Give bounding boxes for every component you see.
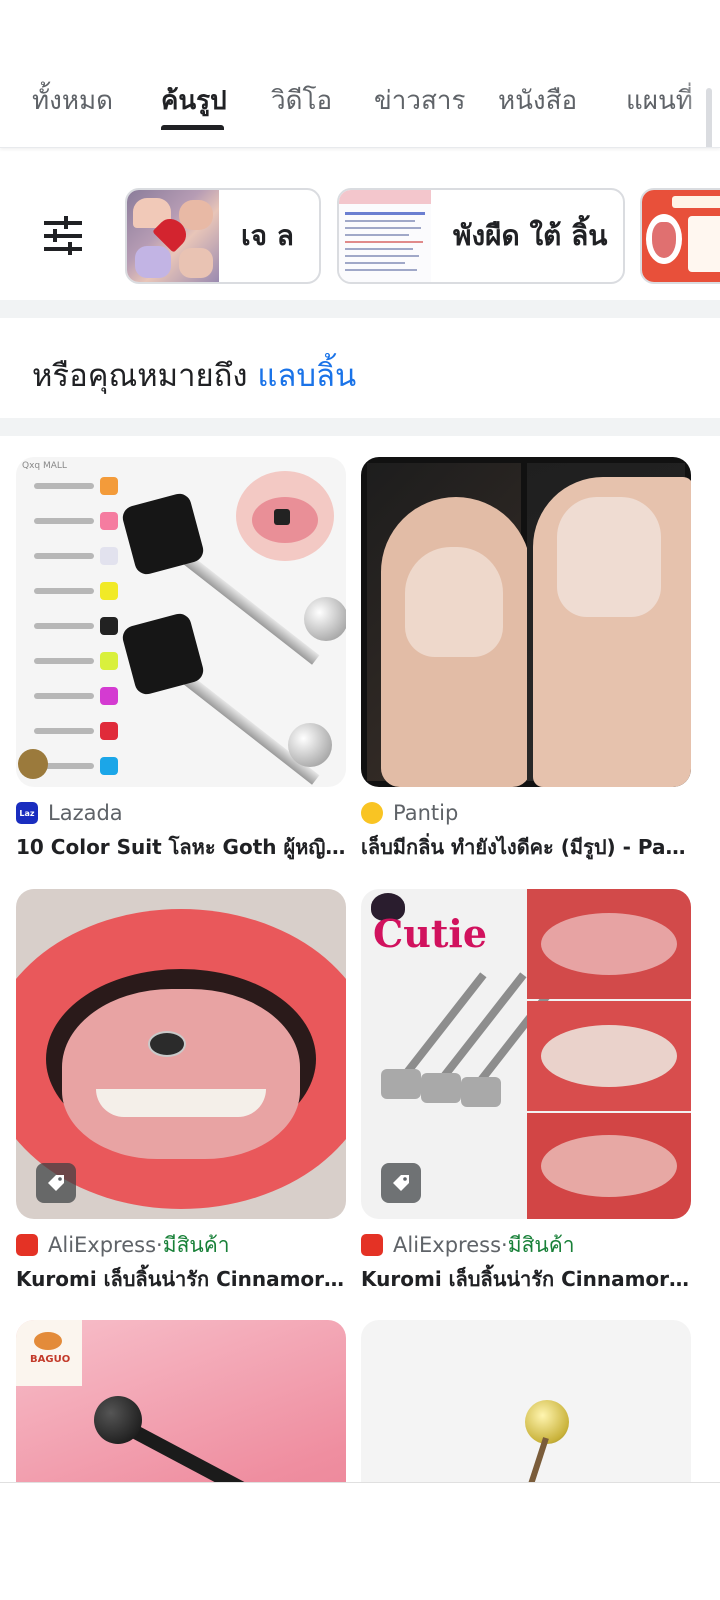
baguo-logo-text: BAGUO	[30, 1354, 71, 1365]
result-title[interactable]: เล็บมีกลิ่น ทำยังไงดีคะ (มีรูป) - Pantip	[361, 831, 691, 863]
chip-tongue-health[interactable]	[640, 188, 720, 284]
tab-images[interactable]: ค้นรูป	[161, 80, 227, 121]
in-stock-label: มีสินค้า	[507, 1232, 575, 1257]
result-source[interactable]: AliExpress · มีสินค้า	[16, 1230, 230, 1260]
result-source[interactable]: Pantip	[361, 798, 458, 828]
tabs-fade	[680, 60, 720, 147]
watermark-text: Qxq MALL	[22, 461, 67, 471]
did-you-mean-prefix: หรือคุณหมายถึง	[32, 358, 248, 394]
source-name: AliExpress	[393, 1233, 502, 1257]
source-name: AliExpress	[48, 1233, 157, 1257]
refinement-chips: เจ ล พังผืด ใต้ ลิ้น	[0, 148, 720, 300]
chip-label: พังผืด ใต้ ลิ้น	[453, 219, 608, 252]
result-source[interactable]: Laz Lazada	[16, 798, 123, 828]
search-tabs: ทั้งหมด ค้นรูป วิดีโอ ข่าวสาร หนังสือ แผ…	[0, 60, 720, 148]
nails-photo	[127, 190, 219, 282]
active-tab-underline	[161, 125, 224, 130]
aliexpress-favicon-icon	[16, 1234, 38, 1256]
tab-books[interactable]: หนังสือ	[498, 80, 577, 121]
tongue-health-chart	[642, 190, 720, 282]
cutie-logo-text: Cutie	[373, 911, 488, 956]
did-you-mean: หรือคุณหมายถึง แลบลิ้น	[0, 318, 720, 418]
product-tag-icon	[36, 1163, 76, 1203]
tab-all[interactable]: ทั้งหมด	[32, 80, 113, 121]
separator: ·	[501, 1233, 508, 1257]
product-tag-icon	[381, 1163, 421, 1203]
tongue-infographic	[339, 190, 431, 282]
lazada-favicon-icon: Laz	[16, 802, 38, 824]
tab-videos[interactable]: วิดีโอ	[271, 80, 332, 121]
source-name: Lazada	[48, 801, 123, 825]
tab-news[interactable]: ข่าวสาร	[374, 80, 465, 121]
section-separator	[0, 300, 720, 318]
separator: ·	[156, 1233, 163, 1257]
tongue-piercing-lips[interactable]	[16, 889, 346, 1219]
result-title[interactable]: Kuromi เล็บลิ้นน่ารัก Cinnamoroll ลิ้นเจ…	[16, 1263, 346, 1295]
result-title[interactable]: Kuromi เล็บลิ้นน่ารัก Cinnamoroll ลิ้นเจ…	[361, 1263, 691, 1295]
aliexpress-favicon-icon	[361, 1234, 383, 1256]
chip-label: เจ ล	[241, 219, 294, 252]
bottom-navigation-bar	[0, 1482, 720, 1600]
section-separator	[0, 418, 720, 436]
dice-tongue-barbells[interactable]: Qxq MALL	[16, 457, 346, 787]
source-name: Pantip	[393, 801, 459, 825]
did-you-mean-suggestion-link[interactable]: แลบลิ้น	[257, 358, 356, 394]
fingernails-closeup[interactable]	[361, 457, 691, 787]
chip-gel[interactable]: เจ ล	[125, 188, 321, 284]
pantip-favicon-icon	[361, 802, 383, 824]
did-you-mean-text: หรือคุณหมายถึง แลบลิ้น	[32, 350, 356, 400]
result-source[interactable]: AliExpress · มีสินค้า	[361, 1230, 575, 1260]
result-title[interactable]: 10 Color Suit โลหะ Goth ผู้หญิงสแตนเลสลิ…	[16, 831, 346, 863]
chip-tongue-frenulum[interactable]: พังผืด ใต้ ลิ้น	[337, 188, 625, 284]
scrollbar[interactable]	[706, 88, 712, 147]
in-stock-label: มีสินค้า	[162, 1232, 230, 1257]
tune-sliders-icon[interactable]	[40, 216, 86, 256]
cutie-barbells-collage[interactable]: Cutie	[361, 889, 691, 1219]
